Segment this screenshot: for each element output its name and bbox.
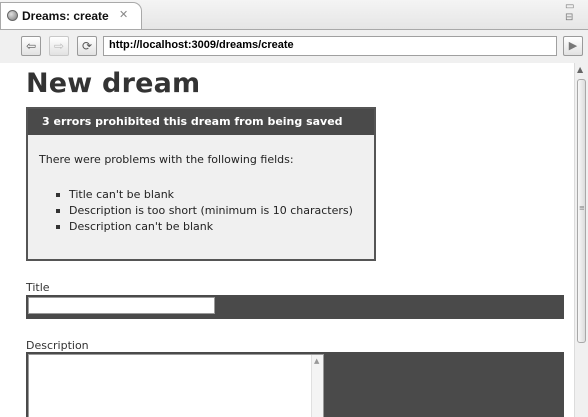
error-item: Description is too short (minimum is 10 … [56,203,353,219]
back-arrow-icon: ⇦ [25,39,37,53]
error-intro: There were problems with the following f… [39,153,294,166]
back-button[interactable]: ⇦ [21,36,41,56]
error-explanation: 3 errors prohibited this dream from bein… [26,107,376,261]
go-button[interactable]: ▶ [563,36,583,56]
title-field-with-errors [26,295,564,319]
description-label: Description [26,339,89,352]
error-list: Title can't be blank Description is too … [56,187,353,235]
minimize-maximize-icon[interactable]: ▭ ⊟ [565,1,588,23]
scroll-up-icon[interactable]: ▲ [577,65,583,74]
forward-button[interactable]: ⇨ [49,36,69,56]
address-bar[interactable]: http://localhost:3009/dreams/create [103,36,557,56]
title-label: Title [26,281,50,294]
close-tab-icon[interactable]: ✕ [119,8,128,21]
grip-icon: ≡ [579,204,585,212]
browser-toolbar: ⇦ ⇨ ⟳ http://localhost:3009/dreams/creat… [0,30,588,63]
play-arrow-icon: ▶ [568,39,578,52]
scroll-up-icon[interactable]: ▲ [314,357,319,365]
tab-strip: Dreams: create ✕ ▭ ⊟ [0,0,588,30]
browser-tab[interactable]: Dreams: create ✕ [0,2,142,29]
description-textarea[interactable]: ▲ [28,354,324,417]
scrollbar-thumb[interactable]: ≡ [577,79,586,343]
error-item: Title can't be blank [56,187,353,203]
tab-title: Dreams: create [22,9,109,23]
forward-arrow-icon: ⇨ [53,39,65,53]
page-scrollbar[interactable]: ▲ ≡ [574,63,588,417]
error-header: 3 errors prohibited this dream from bein… [28,109,374,135]
title-input[interactable] [28,297,215,314]
refresh-icon: ⟳ [81,39,93,53]
description-field-with-errors: ▲ [26,352,564,417]
page-content: New dream 3 errors prohibited this dream… [0,63,574,417]
globe-icon [7,10,18,21]
refresh-button[interactable]: ⟳ [77,36,97,56]
textarea-scrollbar[interactable]: ▲ [311,355,323,417]
error-item: Description can't be blank [56,219,353,235]
page-title: New dream [26,68,201,99]
